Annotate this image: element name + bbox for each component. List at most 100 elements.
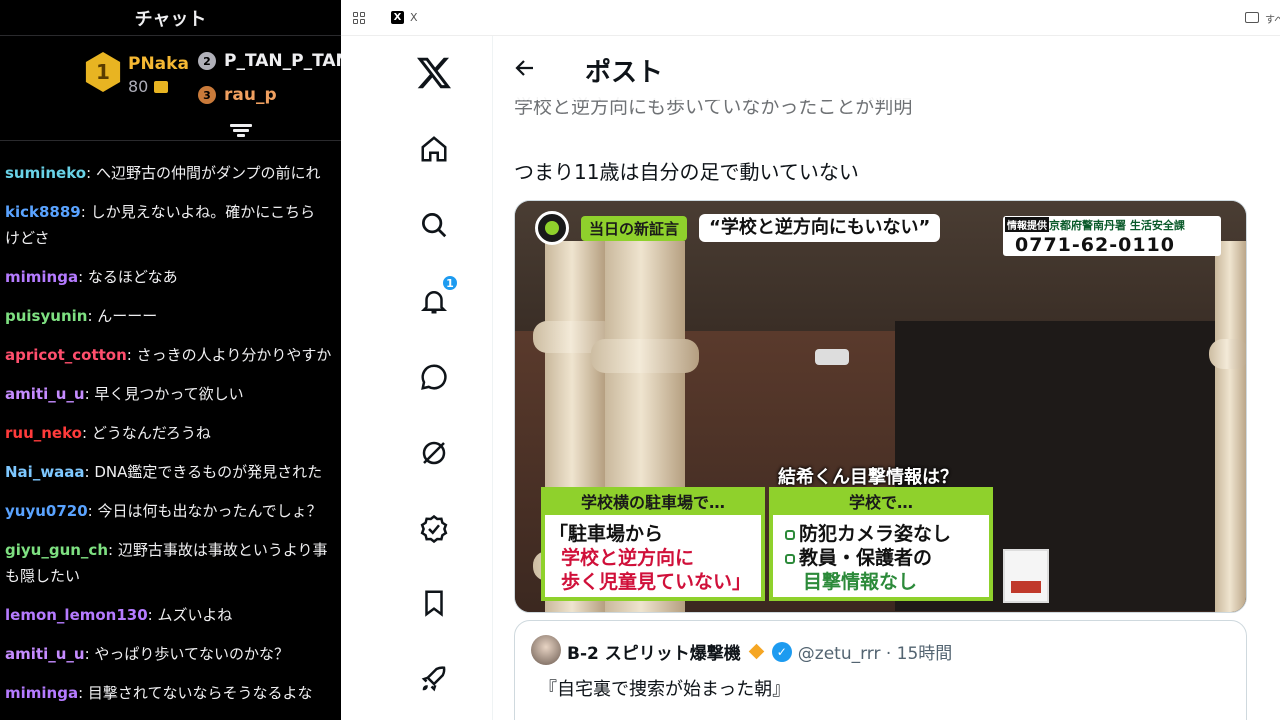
media-left-line3: 歩く児童見ていない」 (561, 571, 752, 593)
x-favicon-icon: X (391, 11, 404, 24)
x-sidebar-nav: 1 (341, 36, 493, 720)
chat-message-text: 目撃されてないならそうなるよな (87, 684, 313, 702)
chat-divider (0, 140, 341, 141)
chat-message: Nai_waaa: DNA鑑定できるものが発見された (5, 463, 323, 481)
folder-icon[interactable] (1245, 12, 1259, 23)
chat-username[interactable]: sumineko (5, 164, 86, 182)
messages-icon[interactable] (415, 358, 453, 396)
leaderboard-second-name: P_TAN_P_TAN (224, 51, 341, 71)
home-icon[interactable] (415, 130, 453, 168)
chat-message-text: しか見えないよね。確かにこちら (90, 203, 315, 221)
chat-message-text: DNA鑑定できるものが発見された (94, 463, 323, 481)
chat-message: apricot_cotton: さっきの人より分かりやすか (5, 346, 332, 364)
media-tag: 当日の新証言 (581, 216, 688, 241)
gold-medal-icon: 1 (85, 52, 121, 92)
media-source-label: 情報提供 (1005, 217, 1049, 232)
media-source-box: 情報提供 京都府警南丹署 生活安全課 0771-62-0110 (1003, 216, 1221, 256)
chat-message: amiti_u_u: 早く見つかって欲しい (5, 385, 244, 403)
leaderboard-first[interactable]: 1 PNaka 80 (84, 52, 189, 98)
affiliate-badge-icon (748, 643, 765, 660)
chat-username[interactable]: ruu_neko (5, 424, 82, 442)
chat-message: lemon_lemon130: ムズいよね (5, 606, 233, 624)
bullet-icon (785, 553, 795, 564)
leaderboard-third-name: rau_p (224, 85, 277, 105)
grok-icon[interactable] (415, 434, 453, 472)
bookmarks-icon[interactable] (415, 584, 453, 622)
back-arrow-icon[interactable] (513, 56, 537, 84)
chat-title: チャット (0, 0, 341, 36)
chat-message: kick8889: しか見えないよね。確かにこちら けどさ (5, 199, 341, 251)
chat-message: ruu_neko: どうなんだろうね (5, 424, 211, 442)
x-post-column: ポスト 学校と逆方向にも歩いていなかったことが判明 つまり11歳は自分の足で動い… (493, 36, 1280, 720)
leaderboard-second[interactable]: 2 P_TAN_P_TAN (198, 51, 341, 71)
media-left-box: 学校横の駐車場で… 「駐車場から 学校と逆方向に 歩く児童見ていない」 (541, 487, 765, 601)
notifications-icon[interactable]: 1 (415, 274, 459, 320)
live-indicator-icon (535, 211, 569, 245)
post-text: つまり11歳は自分の足で動いていない (514, 160, 859, 184)
leaderboard-first-name: PNaka (128, 54, 189, 74)
quoted-post[interactable]: B-2 スピリット爆撃機 ✓ @zetu_rrr · 15時間 『自宅裏で捜索が… (514, 620, 1247, 720)
chat-message-text: やっぱり歩いてないのかな？ (94, 645, 289, 663)
chat-message-continuation: けどさ (5, 229, 50, 247)
chat-leaderboard: 1 PNaka 80 2 P_TAN_P_TAN 3 rau_p (0, 36, 341, 120)
media-phone: 0771-62-0110 (1015, 234, 1175, 256)
media-right-box: 学校で… 防犯カメラ姿なし 教員・保護者の 目撃情報なし (769, 487, 993, 601)
chat-message: puisyunin: んーーー (5, 307, 158, 325)
media-headline: “学校と逆方向にもいない” (699, 214, 941, 242)
search-icon[interactable] (415, 206, 453, 244)
chat-username[interactable]: miminga (5, 268, 78, 286)
chat-username[interactable]: Nai_waaa (5, 463, 85, 481)
chat-message-text: なるほどなあ (87, 268, 178, 286)
chat-message-text: 辺野古事故は事故というより事 (117, 541, 328, 559)
chat-message: giyu_gun_ch: 辺野古事故は事故というより事 も隠したい (5, 537, 341, 589)
media-left-line1: 「駐車場から (549, 523, 664, 545)
quoted-author-handle[interactable]: @zetu_rrr · 15時間 (798, 639, 953, 664)
post-media-image[interactable]: 当日の新証言 “学校と逆方向にもいない” 情報提供 京都府警南丹署 生活安全課 … (514, 200, 1247, 613)
post-header: ポスト (493, 36, 1280, 100)
media-left-head: 学校横の駐車場で… (545, 491, 761, 515)
all-bookmarks-link[interactable]: すべ (1265, 11, 1280, 26)
chat-message-continuation: も隠したい (5, 567, 81, 585)
media-left-line2: 学校と逆方向に (561, 547, 695, 569)
verified-orgs-icon[interactable] (415, 510, 453, 548)
coin-icon (154, 81, 169, 93)
avatar[interactable] (531, 635, 561, 665)
apps-grid-icon[interactable] (353, 12, 365, 24)
chat-username[interactable]: amiti_u_u (5, 385, 85, 403)
chat-message-text: んーーー (97, 307, 158, 325)
chat-message-text: どうなんだろうね (91, 424, 211, 442)
chat-message-text: 早く見つかって欲しい (94, 385, 244, 403)
browser-tabbar: X X すべ (341, 0, 1280, 36)
security-camera-image (815, 349, 849, 365)
chat-message-text: ムズいよね (157, 606, 233, 624)
chat-username[interactable]: puisyunin (5, 307, 87, 325)
chat-username[interactable]: giyu_gun_ch (5, 541, 108, 559)
chat-username[interactable]: kick8889 (5, 203, 81, 221)
browser-tab-title[interactable]: X (410, 11, 418, 24)
rocket-icon[interactable] (415, 660, 453, 698)
notification-count-badge: 1 (441, 274, 459, 292)
chat-message: miminga: 目撃されてないならそうなるよな (5, 684, 313, 702)
leaderboard-first-score: 80 (128, 77, 149, 96)
browser-window: X X すべ 1 ポスト 学校と逆方向にも歩いていなかったことが判明 つまり11… (341, 0, 1280, 720)
chat-message-list: sumineko: へ辺野古の仲間がダンプの前にれ kick8889: しか見えな… (5, 160, 341, 719)
quoted-author-name[interactable]: B-2 スピリット爆撃機 (567, 639, 741, 664)
chat-username[interactable]: lemon_lemon130 (5, 606, 148, 624)
quoted-post-text: 『自宅裏で捜索が始まった朝』 (539, 679, 791, 700)
media-source-org: 京都府警南丹署 生活安全課 (1049, 219, 1185, 232)
chat-message-text: 今日は何も出なかったんでしょ？ (97, 502, 322, 520)
wall-sign-image (1003, 549, 1049, 603)
bullet-icon (785, 529, 795, 540)
chat-message: yuyu0720: 今日は何も出なかったんでしょ？ (5, 502, 322, 520)
chat-username[interactable]: yuyu0720 (5, 502, 88, 520)
chat-username[interactable]: miminga (5, 684, 78, 702)
chat-panel: チャット 1 PNaka 80 2 P_TAN_P_TAN 3 rau_p su… (0, 0, 341, 720)
x-logo-icon[interactable] (415, 54, 453, 92)
leaderboard-third[interactable]: 3 rau_p (198, 85, 277, 105)
verified-badge-icon: ✓ (771, 641, 792, 662)
chat-username[interactable]: apricot_cotton (5, 346, 127, 364)
media-right-head: 学校で… (773, 491, 989, 515)
media-right-line3: 目撃情報なし (803, 571, 918, 593)
chat-username[interactable]: amiti_u_u (5, 645, 85, 663)
expand-leaderboard-icon[interactable] (230, 122, 252, 142)
